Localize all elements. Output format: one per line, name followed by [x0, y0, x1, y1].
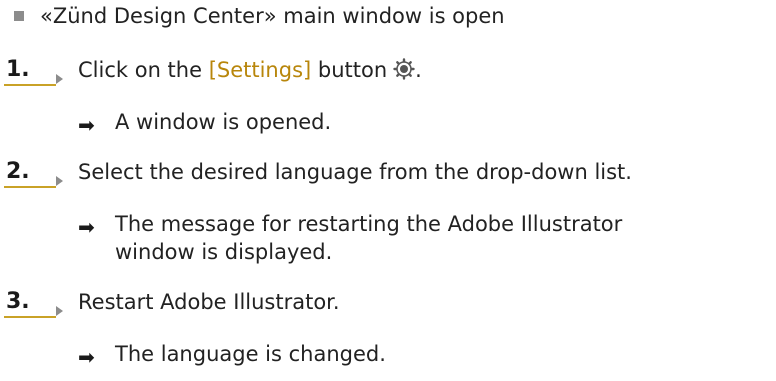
step-arrow-icon [56, 306, 63, 316]
square-bullet-icon [14, 11, 24, 21]
step-3-result: ➡ The language is changed. [0, 340, 776, 370]
settings-keyword: [Settings] [208, 58, 312, 82]
step-arrow-icon [56, 74, 63, 84]
step-underline [4, 316, 56, 318]
step-text: Click on the [Settings] button . [78, 56, 422, 87]
step-1: 1. Click on the [Settings] button . [0, 56, 776, 88]
instruction-document: «Zünd Design Center» main window is open… [0, 0, 776, 381]
step-3: 3. Restart Adobe Illustrator. [0, 288, 776, 320]
result-text: The message for restarting the Adobe Ill… [115, 212, 623, 264]
result-arrow-icon: ➡ [78, 215, 95, 239]
result-text: The language is changed. [115, 342, 386, 366]
step-underline [4, 186, 56, 188]
result-arrow-icon: ➡ [78, 113, 95, 137]
settings-gear-icon [393, 58, 415, 87]
prerequisite-line: «Zünd Design Center» main window is open [0, 2, 776, 32]
result-text: A window is opened. [115, 110, 332, 134]
result-arrow-icon: ➡ [78, 345, 95, 369]
step-text: Restart Adobe Illustrator. [78, 290, 340, 314]
step-underline [4, 84, 56, 86]
step-number: 1. [6, 57, 30, 82]
step-number: 3. [6, 289, 30, 314]
step-arrow-icon [56, 176, 63, 186]
prerequisite-text: «Zünd Design Center» main window is open [40, 4, 505, 28]
step-number: 2. [6, 159, 30, 184]
step-2: 2. Select the desired language from the … [0, 158, 776, 190]
step-text: Select the desired language from the dro… [78, 160, 632, 184]
step-1-result: ➡ A window is opened. [0, 108, 776, 138]
step-2-result: ➡ The message for restarting the Adobe I… [0, 210, 776, 270]
